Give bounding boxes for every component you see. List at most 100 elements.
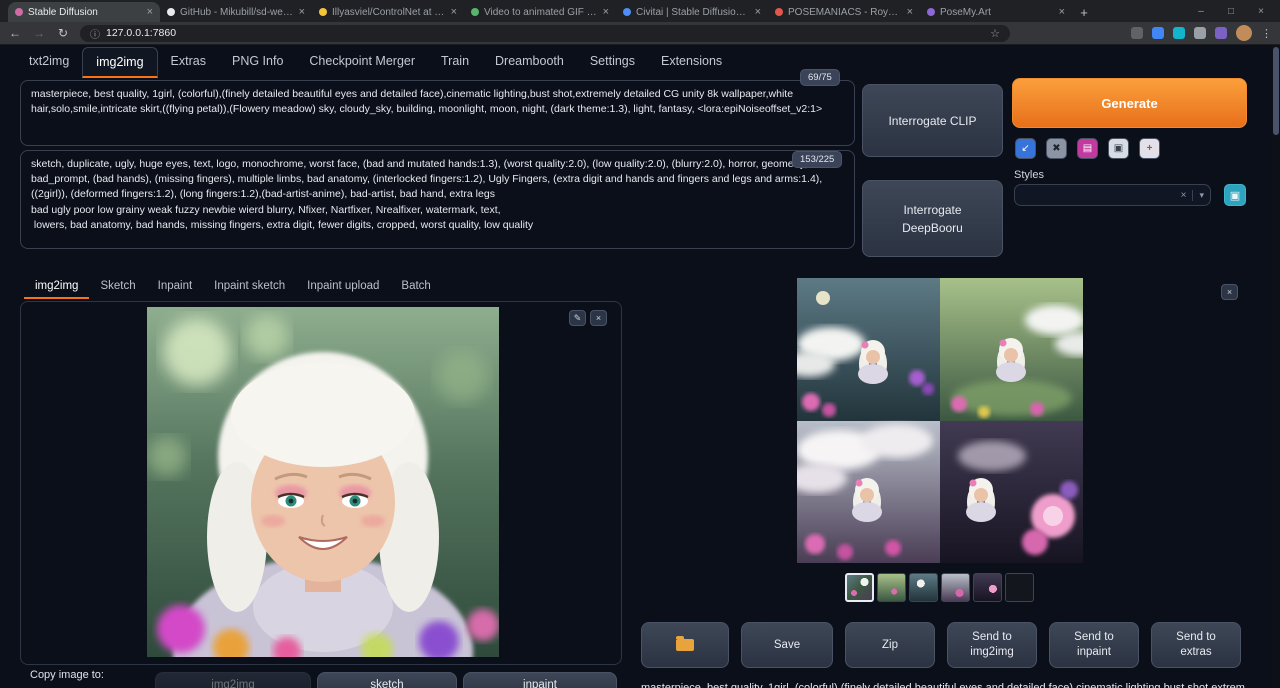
scrollbar-thumb[interactable] [1273,47,1279,135]
generated-grid-artwork [797,278,1083,563]
extension-icon-2[interactable] [1152,27,1164,39]
extension-icon-5[interactable] [1215,27,1227,39]
gallery-thumbnail-1[interactable] [845,573,874,602]
tab-train[interactable]: Train [428,47,482,78]
tab-settings[interactable]: Settings [577,47,648,78]
new-tab-button[interactable]: + [1072,2,1096,22]
image-toolbar: ✎ × [569,310,607,326]
extension-icon-1[interactable] [1131,27,1143,39]
window-close-button[interactable]: × [1246,0,1276,22]
extension-icon-3[interactable] [1173,27,1185,39]
tab-favicon [471,8,479,16]
copy-image-to-label: Copy image to: [30,669,104,681]
tab-dreambooth[interactable]: Dreambooth [482,47,577,78]
reload-icon[interactable]: ↻ [56,26,70,40]
extension-icon-4[interactable] [1194,27,1206,39]
tab-label: Stable Diffusion [28,7,142,18]
back-icon[interactable]: ← [8,26,22,40]
window-controls: – □ × [1186,0,1276,22]
profile-avatar[interactable] [1236,25,1252,41]
tab-close-icon[interactable]: × [1059,6,1065,18]
gallery-selected-image[interactable] [797,278,1083,563]
browser-tab-gif-converter[interactable]: Video to animated GIF converter × [464,2,616,22]
mode-tab-batch[interactable]: Batch [390,275,441,299]
gallery-thumbnail-2[interactable] [877,573,906,602]
tab-txt2img[interactable]: txt2img [16,47,82,78]
generation-info-text: masterpiece, best quality, 1girl, (color… [641,682,1245,688]
interrogate-deepbooru-button[interactable]: Interrogate DeepBooru [862,180,1003,257]
tab-close-icon[interactable]: × [603,6,609,18]
folder-icon [676,639,694,651]
browser-tab-controlnet[interactable]: Illyasviel/ControlNet at main × [312,2,464,22]
generate-button[interactable]: Generate [1012,78,1247,128]
mode-tab-img2img[interactable]: img2img [24,275,89,299]
url-text: 127.0.0.1:7860 [106,27,176,39]
browser-tab-stable-diffusion[interactable]: Stable Diffusion × [8,2,160,22]
tab-label: PoseMy.Art [940,7,1054,18]
browser-tab-github[interactable]: GitHub - Mikubill/sd-webui-con × [160,2,312,22]
tab-extras[interactable]: Extras [158,47,219,78]
browser-menu-icon[interactable]: ⋮ [1261,27,1272,40]
remove-image-icon[interactable]: × [590,310,607,326]
styles-label: Styles [1014,169,1044,181]
browser-toolbar: ← → ↻ ⓘ 127.0.0.1:7860 ☆ ⋮ [0,22,1280,45]
mode-tab-inpaint-upload[interactable]: Inpaint upload [296,275,390,299]
send-to-inpaint-button[interactable]: Send to inpaint [1049,622,1139,668]
minimize-button[interactable]: – [1186,0,1216,22]
copy-to-img2img-button[interactable]: img2img [155,672,311,688]
prompt-input[interactable]: masterpiece, best quality, 1girl, (color… [20,80,855,146]
tab-close-icon[interactable]: × [755,6,761,18]
mode-tab-inpaint[interactable]: Inpaint [147,275,204,299]
negative-prompt-input[interactable]: sketch, duplicate, ugly, huge eyes, text… [20,150,855,249]
copy-to-inpaint-button[interactable]: inpaint [463,672,617,688]
edit-image-icon[interactable]: ✎ [569,310,586,326]
apply-styles-button[interactable]: ▣ [1224,184,1246,206]
send-to-img2img-button[interactable]: Send to img2img [947,622,1037,668]
tab-png-info[interactable]: PNG Info [219,47,296,78]
tab-favicon [623,8,631,16]
zip-button[interactable]: Zip [845,622,935,668]
tab-checkpoint-merger[interactable]: Checkpoint Merger [296,47,428,78]
mode-tab-inpaint-sketch[interactable]: Inpaint sketch [203,275,296,299]
bookmark-star-icon[interactable]: ☆ [990,27,1000,40]
save-style-icon[interactable]: + [1139,138,1160,159]
browser-tab-posemyart[interactable]: PoseMy.Art × [920,2,1072,22]
mode-tab-sketch[interactable]: Sketch [89,275,146,299]
send-to-extras-button[interactable]: Send to extras [1151,622,1241,668]
tab-label: Video to animated GIF converter [484,7,598,18]
gallery-thumbnail-3[interactable] [909,573,938,602]
clear-styles-icon[interactable]: × [1175,190,1194,201]
img2img-source-image[interactable] [147,307,499,657]
forward-icon[interactable]: → [32,26,46,40]
gallery-thumbnail-5[interactable] [973,573,1002,602]
tab-label: Civitai | Stable Diffusion model [636,7,750,18]
gallery-thumbnail-6[interactable] [1005,573,1034,602]
open-folder-button[interactable] [641,622,729,668]
maximize-button[interactable]: □ [1216,0,1246,22]
save-button[interactable]: Save [741,622,833,668]
address-bar[interactable]: ⓘ 127.0.0.1:7860 ☆ [80,25,1010,42]
tab-close-icon[interactable]: × [907,6,913,18]
clear-prompt-icon[interactable]: ✖ [1046,138,1067,159]
tab-close-icon[interactable]: × [299,6,305,18]
tab-close-icon[interactable]: × [451,6,457,18]
paste-params-icon[interactable]: ↙ [1015,138,1036,159]
browser-tab-posemaniacs[interactable]: POSEMANIACS - Royalty free 3 × [768,2,920,22]
extra-networks-icon[interactable]: ▤ [1077,138,1098,159]
page-scrollbar[interactable] [1272,45,1280,688]
copy-to-sketch-button[interactable]: sketch [317,672,457,688]
interrogate-clip-button[interactable]: Interrogate CLIP [862,84,1003,157]
tab-favicon [927,8,935,16]
site-info-icon[interactable]: ⓘ [90,26,100,41]
tab-close-icon[interactable]: × [147,6,153,18]
toolbar-extensions: ⋮ [1131,25,1272,41]
styles-dropdown[interactable]: × ▾ [1014,184,1211,206]
source-image-dropzone[interactable]: ✎ × [20,301,622,665]
tab-img2img[interactable]: img2img [82,47,157,78]
gallery-thumbnail-4[interactable] [941,573,970,602]
apply-style-icon[interactable]: ▣ [1108,138,1129,159]
tab-label: Illyasviel/ControlNet at main [332,7,446,18]
browser-tab-civitai[interactable]: Civitai | Stable Diffusion model × [616,2,768,22]
tab-extensions[interactable]: Extensions [648,47,735,78]
gallery-close-icon[interactable]: × [1221,284,1238,300]
